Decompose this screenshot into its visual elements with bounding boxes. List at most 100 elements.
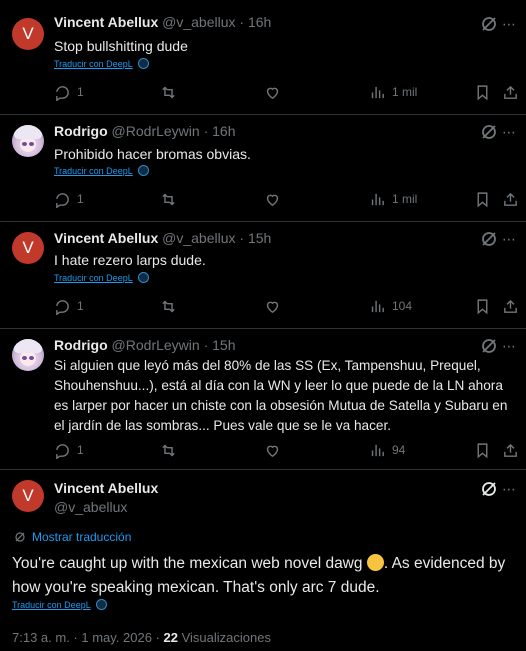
avatar[interactable]: V <box>12 18 44 50</box>
author-handle[interactable]: @RodrLeywin <box>112 337 200 353</box>
author-handle[interactable]: @v_abellux <box>162 230 235 246</box>
reply-tweet[interactable]: Rodrigo @RodrLeywin · 16h ⋯ Prohibido ha… <box>0 115 526 221</box>
reply-icon <box>56 85 69 101</box>
deepl-icon <box>137 58 149 69</box>
deepl-icon <box>95 599 107 610</box>
grok-icon[interactable] <box>480 480 498 498</box>
views-icon <box>371 300 384 312</box>
avatar[interactable]: V <box>12 232 44 264</box>
tweet-actions: 1 1 mil <box>54 189 517 209</box>
grok-icon[interactable] <box>480 15 498 33</box>
reply-icon <box>56 192 69 208</box>
tweet-actions: 1 94 <box>54 440 517 460</box>
retweet-button[interactable] <box>160 189 177 209</box>
translate-link[interactable]: Traducir con DeepL <box>54 165 149 176</box>
author-name[interactable]: Vincent Abellux <box>54 14 158 30</box>
author-name[interactable]: Vincent Abellux <box>54 480 158 496</box>
like-button[interactable] <box>264 82 281 102</box>
tweet-time[interactable]: 16h <box>248 14 271 30</box>
bookmark-icon <box>477 298 488 314</box>
reply-button[interactable]: 1 <box>54 189 84 209</box>
grok-icon[interactable] <box>480 337 498 355</box>
reply-tweet[interactable]: V Vincent Abellux @v_abellux · 16h ⋯ Sto… <box>0 0 526 114</box>
reply-button[interactable]: 1 <box>54 440 84 460</box>
views-button[interactable]: 1 mil <box>369 189 417 209</box>
views-button[interactable]: 104 <box>369 296 412 316</box>
deepl-icon <box>137 165 149 176</box>
more-icon[interactable]: ⋯ <box>502 231 518 247</box>
tweet-time[interactable]: 15h <box>212 337 235 353</box>
bookmark-button[interactable] <box>474 82 491 102</box>
author-name[interactable]: Vincent Abellux <box>54 230 158 246</box>
share-icon <box>504 192 517 206</box>
tweet-text: You're caught up with the mexican web no… <box>12 554 506 596</box>
share-button[interactable] <box>502 440 519 460</box>
tweet-text: Si alguien que leyó más del 80% de las S… <box>54 358 508 433</box>
retweet-button[interactable] <box>160 82 177 102</box>
like-icon <box>266 301 279 313</box>
bookmark-button[interactable] <box>474 189 491 209</box>
like-icon <box>266 194 279 206</box>
grok-icon[interactable] <box>480 123 498 141</box>
author-name[interactable]: Rodrigo <box>54 337 108 353</box>
tweet-actions: 1 104 <box>54 296 517 316</box>
reply-tweet[interactable]: V Vincent Abellux @v_abellux · 15h ⋯ I h… <box>0 222 526 328</box>
translate-link[interactable]: Traducir con DeepL <box>12 599 107 610</box>
share-icon <box>504 443 517 457</box>
retweet-icon <box>162 86 175 98</box>
more-icon[interactable]: ⋯ <box>502 481 518 497</box>
author-handle[interactable]: @v_abellux <box>54 499 127 515</box>
views-icon <box>371 86 384 98</box>
share-icon <box>504 299 517 313</box>
tweet-text: Stop bullshitting dude <box>54 38 188 54</box>
more-icon[interactable]: ⋯ <box>502 338 518 354</box>
tweet-meta: 7:13 a. m. · 1 may. 2026 · 22 Visualizac… <box>12 630 271 645</box>
reply-button[interactable]: 1 <box>54 296 84 316</box>
like-icon <box>266 445 279 457</box>
tweet-time[interactable]: 16h <box>212 123 235 139</box>
tweet-header: Rodrigo @RodrLeywin · 15h <box>54 337 236 353</box>
retweet-button[interactable] <box>160 296 177 316</box>
avatar[interactable] <box>12 125 44 157</box>
more-icon[interactable]: ⋯ <box>502 16 518 32</box>
author-name[interactable]: Rodrigo <box>54 123 108 139</box>
views-count: 22 <box>163 630 178 645</box>
reply-tweet[interactable]: Rodrigo @RodrLeywin · 15h ⋯ Si alguien q… <box>0 329 526 469</box>
laughing-emoji-icon <box>366 554 384 571</box>
reply-button[interactable]: 1 <box>54 82 84 102</box>
bookmark-button[interactable] <box>474 440 491 460</box>
timestamp[interactable]: 7:13 a. m. · 1 may. 2026 · <box>12 630 164 645</box>
retweet-button[interactable] <box>160 440 177 460</box>
views-button[interactable]: 94 <box>369 440 405 460</box>
tweet-time[interactable]: 15h <box>248 230 271 246</box>
translate-link[interactable]: Traducir con DeepL <box>54 272 149 283</box>
bookmark-button[interactable] <box>474 296 491 316</box>
author-handle[interactable]: @v_abellux <box>162 14 235 30</box>
share-button[interactable] <box>502 189 519 209</box>
like-button[interactable] <box>264 440 281 460</box>
like-button[interactable] <box>264 296 281 316</box>
views-button[interactable]: 1 mil <box>369 82 417 102</box>
retweet-icon <box>162 300 175 312</box>
deepl-icon <box>137 272 149 283</box>
like-button[interactable] <box>264 189 281 209</box>
share-button[interactable] <box>502 296 519 316</box>
avatar[interactable]: V <box>12 480 44 512</box>
reply-icon <box>56 299 69 315</box>
show-translation-button[interactable]: Mostrar traducción <box>14 530 131 544</box>
tweet-actions: 1 1 mil <box>54 82 517 102</box>
tweet-text: I hate rezero larps dude. <box>54 252 206 268</box>
more-icon[interactable]: ⋯ <box>502 124 518 140</box>
tweet-header: Vincent Abellux @v_abellux · 16h <box>54 14 272 30</box>
author-handle[interactable]: @RodrLeywin <box>112 123 200 139</box>
translate-icon <box>15 532 25 542</box>
translate-link[interactable]: Traducir con DeepL <box>54 58 149 69</box>
grok-icon[interactable] <box>480 230 498 248</box>
views-icon <box>371 193 384 205</box>
bookmark-icon <box>477 84 488 100</box>
share-button[interactable] <box>502 82 519 102</box>
share-icon <box>504 85 517 99</box>
avatar[interactable] <box>12 339 44 371</box>
retweet-icon <box>162 444 175 456</box>
retweet-icon <box>162 193 175 205</box>
